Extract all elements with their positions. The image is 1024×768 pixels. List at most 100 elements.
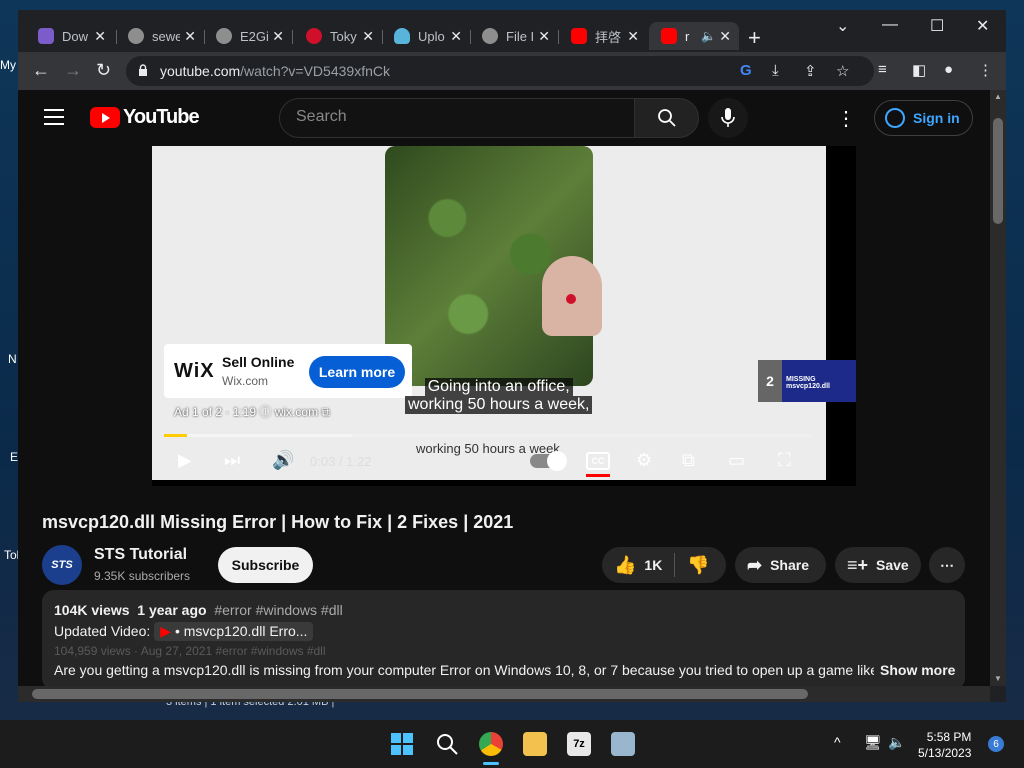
google-icon[interactable]: G <box>740 62 752 79</box>
tab-sewe[interactable]: sewe ✕ <box>116 22 204 50</box>
sign-in-button[interactable]: Sign in <box>874 100 973 136</box>
video-player[interactable]: WiX Sell Online Wix.com Learn more Ad 1 … <box>152 146 856 486</box>
back-button[interactable]: ← <box>32 60 50 81</box>
search-icon[interactable] <box>435 732 459 756</box>
show-more-button[interactable]: Show more <box>880 662 955 678</box>
tab-downloads[interactable]: Dow ✕ <box>26 22 114 50</box>
ad-overlay-card[interactable]: WiX Sell Online Wix.com Learn more <box>164 344 412 398</box>
learn-more-button[interactable]: Learn more <box>309 356 405 388</box>
maximize-button[interactable]: ☐ <box>930 16 944 36</box>
scroll-down-arrow-icon[interactable]: ▼ <box>994 674 1002 683</box>
tab-youtube-active[interactable]: r 🔈 ✕ <box>649 22 739 50</box>
theater-mode-icon[interactable]: ▭ <box>728 450 745 471</box>
tab-label: Uplo <box>418 28 445 44</box>
side-panel-icon[interactable]: ◧ <box>912 61 926 79</box>
ad-domain: Wix.com <box>222 374 268 388</box>
voice-search-button[interactable] <box>708 98 748 138</box>
windows-start-icon[interactable] <box>390 732 414 756</box>
install-app-icon[interactable]: ⤓ <box>772 62 779 79</box>
fullscreen-icon[interactable]: ⛶ <box>778 450 791 471</box>
close-tab-icon[interactable]: ✕ <box>719 28 731 45</box>
settings-gear-icon[interactable]: ⚙ <box>636 450 652 471</box>
close-tab-icon[interactable]: ✕ <box>184 28 196 45</box>
address-bar[interactable]: youtube.com/watch?v=VD5439xfnCk G ⤓ ⇪ ☆ <box>126 56 874 86</box>
scrollbar-thumb[interactable] <box>993 118 1003 224</box>
cloud-icon <box>394 28 410 44</box>
tab-e2g[interactable]: E2Gi ✕ <box>204 22 292 50</box>
add-to-playlist-icon: ≡+ <box>847 554 869 575</box>
channel-name[interactable]: STS Tutorial <box>94 546 187 564</box>
notification-badge[interactable]: 6 <box>988 736 1004 752</box>
closed-caption: Going into an office, working 50 hours a… <box>405 378 593 414</box>
close-tab-icon[interactable]: ✕ <box>94 28 106 45</box>
play-icon[interactable]: ▶ <box>178 450 192 471</box>
endscreen-playlist-card[interactable]: 2 MISSING msvcp120.dll <box>758 360 856 402</box>
progress-bar[interactable] <box>164 434 812 437</box>
player-controls: ▶ ⏭ 🔊 0:03 / 1:22 CC ⚙ ⧉ ▭ ⛶ <box>152 444 826 480</box>
updated-video-link[interactable]: ▶ • msvcp120.dll Erro... <box>154 622 314 641</box>
new-tab-button[interactable]: + <box>748 25 761 51</box>
thumbs-up-icon[interactable]: 👍 <box>614 555 636 576</box>
scrollbar-thumb[interactable] <box>32 689 808 699</box>
tab-youtube-1[interactable]: 拝啓 ✕ <box>559 22 647 50</box>
youtube-logo[interactable]: YouTube <box>90 106 200 129</box>
horizontal-scrollbar[interactable] <box>18 686 990 702</box>
berry-image <box>566 294 576 304</box>
subscribe-button[interactable]: Subscribe <box>218 547 313 583</box>
profile-icon[interactable]: ● <box>944 61 953 78</box>
system-clock[interactable]: 5:58 PM 5/13/2023 <box>918 729 971 761</box>
scroll-up-arrow-icon[interactable]: ▲ <box>994 92 1002 101</box>
description-box[interactable]: 104K views 1 year ago #error #windows #d… <box>42 590 965 686</box>
subtitles-button[interactable]: CC <box>586 452 610 470</box>
forward-button[interactable]: → <box>64 60 82 81</box>
tab-upload[interactable]: Uplo ✕ <box>382 22 470 50</box>
reload-button[interactable]: ↻ <box>96 60 111 81</box>
miniplayer-icon[interactable]: ⧉ <box>682 450 695 471</box>
resource-monitor-icon[interactable] <box>611 732 635 756</box>
tab-file[interactable]: File I ✕ <box>470 22 558 50</box>
show-hidden-icons-chevron-icon[interactable]: ^ <box>834 734 841 750</box>
like-count[interactable]: 1K <box>644 557 662 573</box>
share-icon[interactable]: ⇪ <box>804 62 817 80</box>
volume-icon[interactable]: 🔈 <box>888 734 905 751</box>
tab-search-icon[interactable]: ⌄ <box>836 16 849 36</box>
browser-window: Dow ✕ sewe ✕ E2Gi ✕ Toky ✕ Uplo ✕ File I… <box>18 10 1006 702</box>
youtube-play-icon <box>90 107 120 128</box>
search-box[interactable] <box>279 98 635 138</box>
close-tab-icon[interactable]: ✕ <box>538 28 550 45</box>
description-meta: 104K views 1 year ago #error #windows #d… <box>54 602 343 618</box>
lock-icon <box>139 64 147 76</box>
close-tab-icon[interactable]: ✕ <box>450 28 462 45</box>
search-button[interactable] <box>635 98 699 138</box>
network-icon[interactable]: 🖥 <box>864 734 882 751</box>
vertical-scrollbar[interactable]: ▲ ▼ <box>990 90 1006 686</box>
settings-menu-icon[interactable]: ⋮ <box>836 106 856 131</box>
chrome-icon[interactable] <box>479 732 503 756</box>
save-button[interactable]: ≡+ Save <box>835 547 921 583</box>
minimize-button[interactable]: — <box>882 16 898 34</box>
file-explorer-icon[interactable] <box>523 732 547 756</box>
tab-tokyo[interactable]: Toky ✕ <box>294 22 382 50</box>
autoplay-toggle[interactable] <box>530 451 567 471</box>
more-actions-button[interactable]: ⋯ <box>929 547 965 583</box>
media-control-icon[interactable]: ≡ <box>878 61 887 78</box>
taskbar: 7z ^ 🖥 🔈 5:58 PM 5/13/2023 6 <box>0 720 1024 768</box>
browser-menu-icon[interactable]: ⋮ <box>978 61 993 79</box>
7zip-icon[interactable]: 7z <box>567 732 591 756</box>
volume-icon[interactable]: 🔊 <box>272 450 294 471</box>
hashtags[interactable]: #error #windows #dll <box>214 602 342 618</box>
close-window-button[interactable]: ✕ <box>976 16 989 36</box>
hamburger-menu-icon[interactable] <box>44 109 64 125</box>
share-button[interactable]: ➦ Share <box>735 547 826 583</box>
bookmark-star-icon[interactable]: ☆ <box>836 62 849 80</box>
ad-info-text[interactable]: Ad 1 of 2 · 1:19 ⓘ wix.com ⧉ <box>174 403 330 420</box>
video-frame[interactable]: WiX Sell Online Wix.com Learn more Ad 1 … <box>152 146 856 480</box>
close-tab-icon[interactable]: ✕ <box>272 28 284 45</box>
channel-avatar[interactable]: STS <box>42 545 82 585</box>
close-tab-icon[interactable]: ✕ <box>627 28 639 45</box>
thumbs-down-icon[interactable]: 👎 <box>687 555 709 576</box>
skip-next-icon[interactable]: ⏭ <box>224 450 240 471</box>
close-tab-icon[interactable]: ✕ <box>362 28 374 45</box>
speaker-icon[interactable]: 🔈 <box>701 29 716 43</box>
search-input[interactable] <box>296 108 616 126</box>
